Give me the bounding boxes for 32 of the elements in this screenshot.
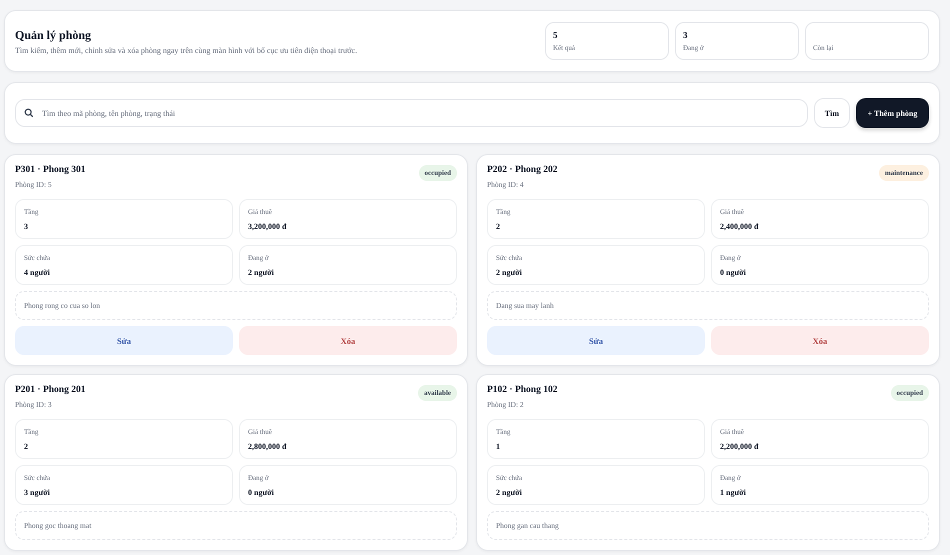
add-room-button[interactable]: + Thêm phòng <box>856 98 929 128</box>
info-value: 2 người <box>496 268 523 276</box>
delete-button[interactable]: Xóa <box>711 326 929 355</box>
stat-value: 3 <box>683 30 688 40</box>
room-title: P202 · Phong 202 <box>487 165 558 175</box>
info-value: 3,200,000 đ <box>248 222 288 230</box>
info-value: 2,200,000 đ <box>720 442 760 450</box>
info-value: 2 người <box>248 268 275 276</box>
info-value: 2 người <box>496 488 523 496</box>
info-value: 4 người <box>24 268 51 276</box>
room-title: P201 · Phong 201 <box>15 385 86 395</box>
stat-value: 5 <box>553 30 558 40</box>
info-value: 3 người <box>24 488 51 496</box>
room-title: P102 · Phong 102 <box>487 385 558 395</box>
info-value: 0 người <box>248 488 275 496</box>
search-button[interactable]: Tìm <box>814 98 850 128</box>
page-subtitle: Tìm kiếm, thêm mới, chỉnh sửa và xóa phòng ngay trên cùng màn hình với bố cục ưu tiên điện thoại trước. <box>15 46 358 54</box>
info-value: 0 người <box>720 268 747 276</box>
info-value: 2 <box>496 222 501 230</box>
search-icon <box>24 108 34 118</box>
info-value: 2 <box>24 442 29 450</box>
info-value: 1 <box>496 442 501 450</box>
info-value: 1 người <box>720 488 747 496</box>
info-value: 2,400,000 đ <box>720 222 760 230</box>
delete-button[interactable]: Xóa <box>239 326 457 355</box>
edit-button[interactable]: Sửa <box>15 326 233 355</box>
page-title: Quản lý phòng <box>15 28 92 42</box>
info-value: 3 <box>24 222 29 230</box>
edit-button[interactable]: Sửa <box>487 326 705 355</box>
room-title: P301 · Phong 301 <box>15 165 86 175</box>
info-value: 2,800,000 đ <box>248 442 288 450</box>
search-field[interactable]: Tìm theo mã phòng, tên phòng, trạng thái <box>15 99 808 127</box>
